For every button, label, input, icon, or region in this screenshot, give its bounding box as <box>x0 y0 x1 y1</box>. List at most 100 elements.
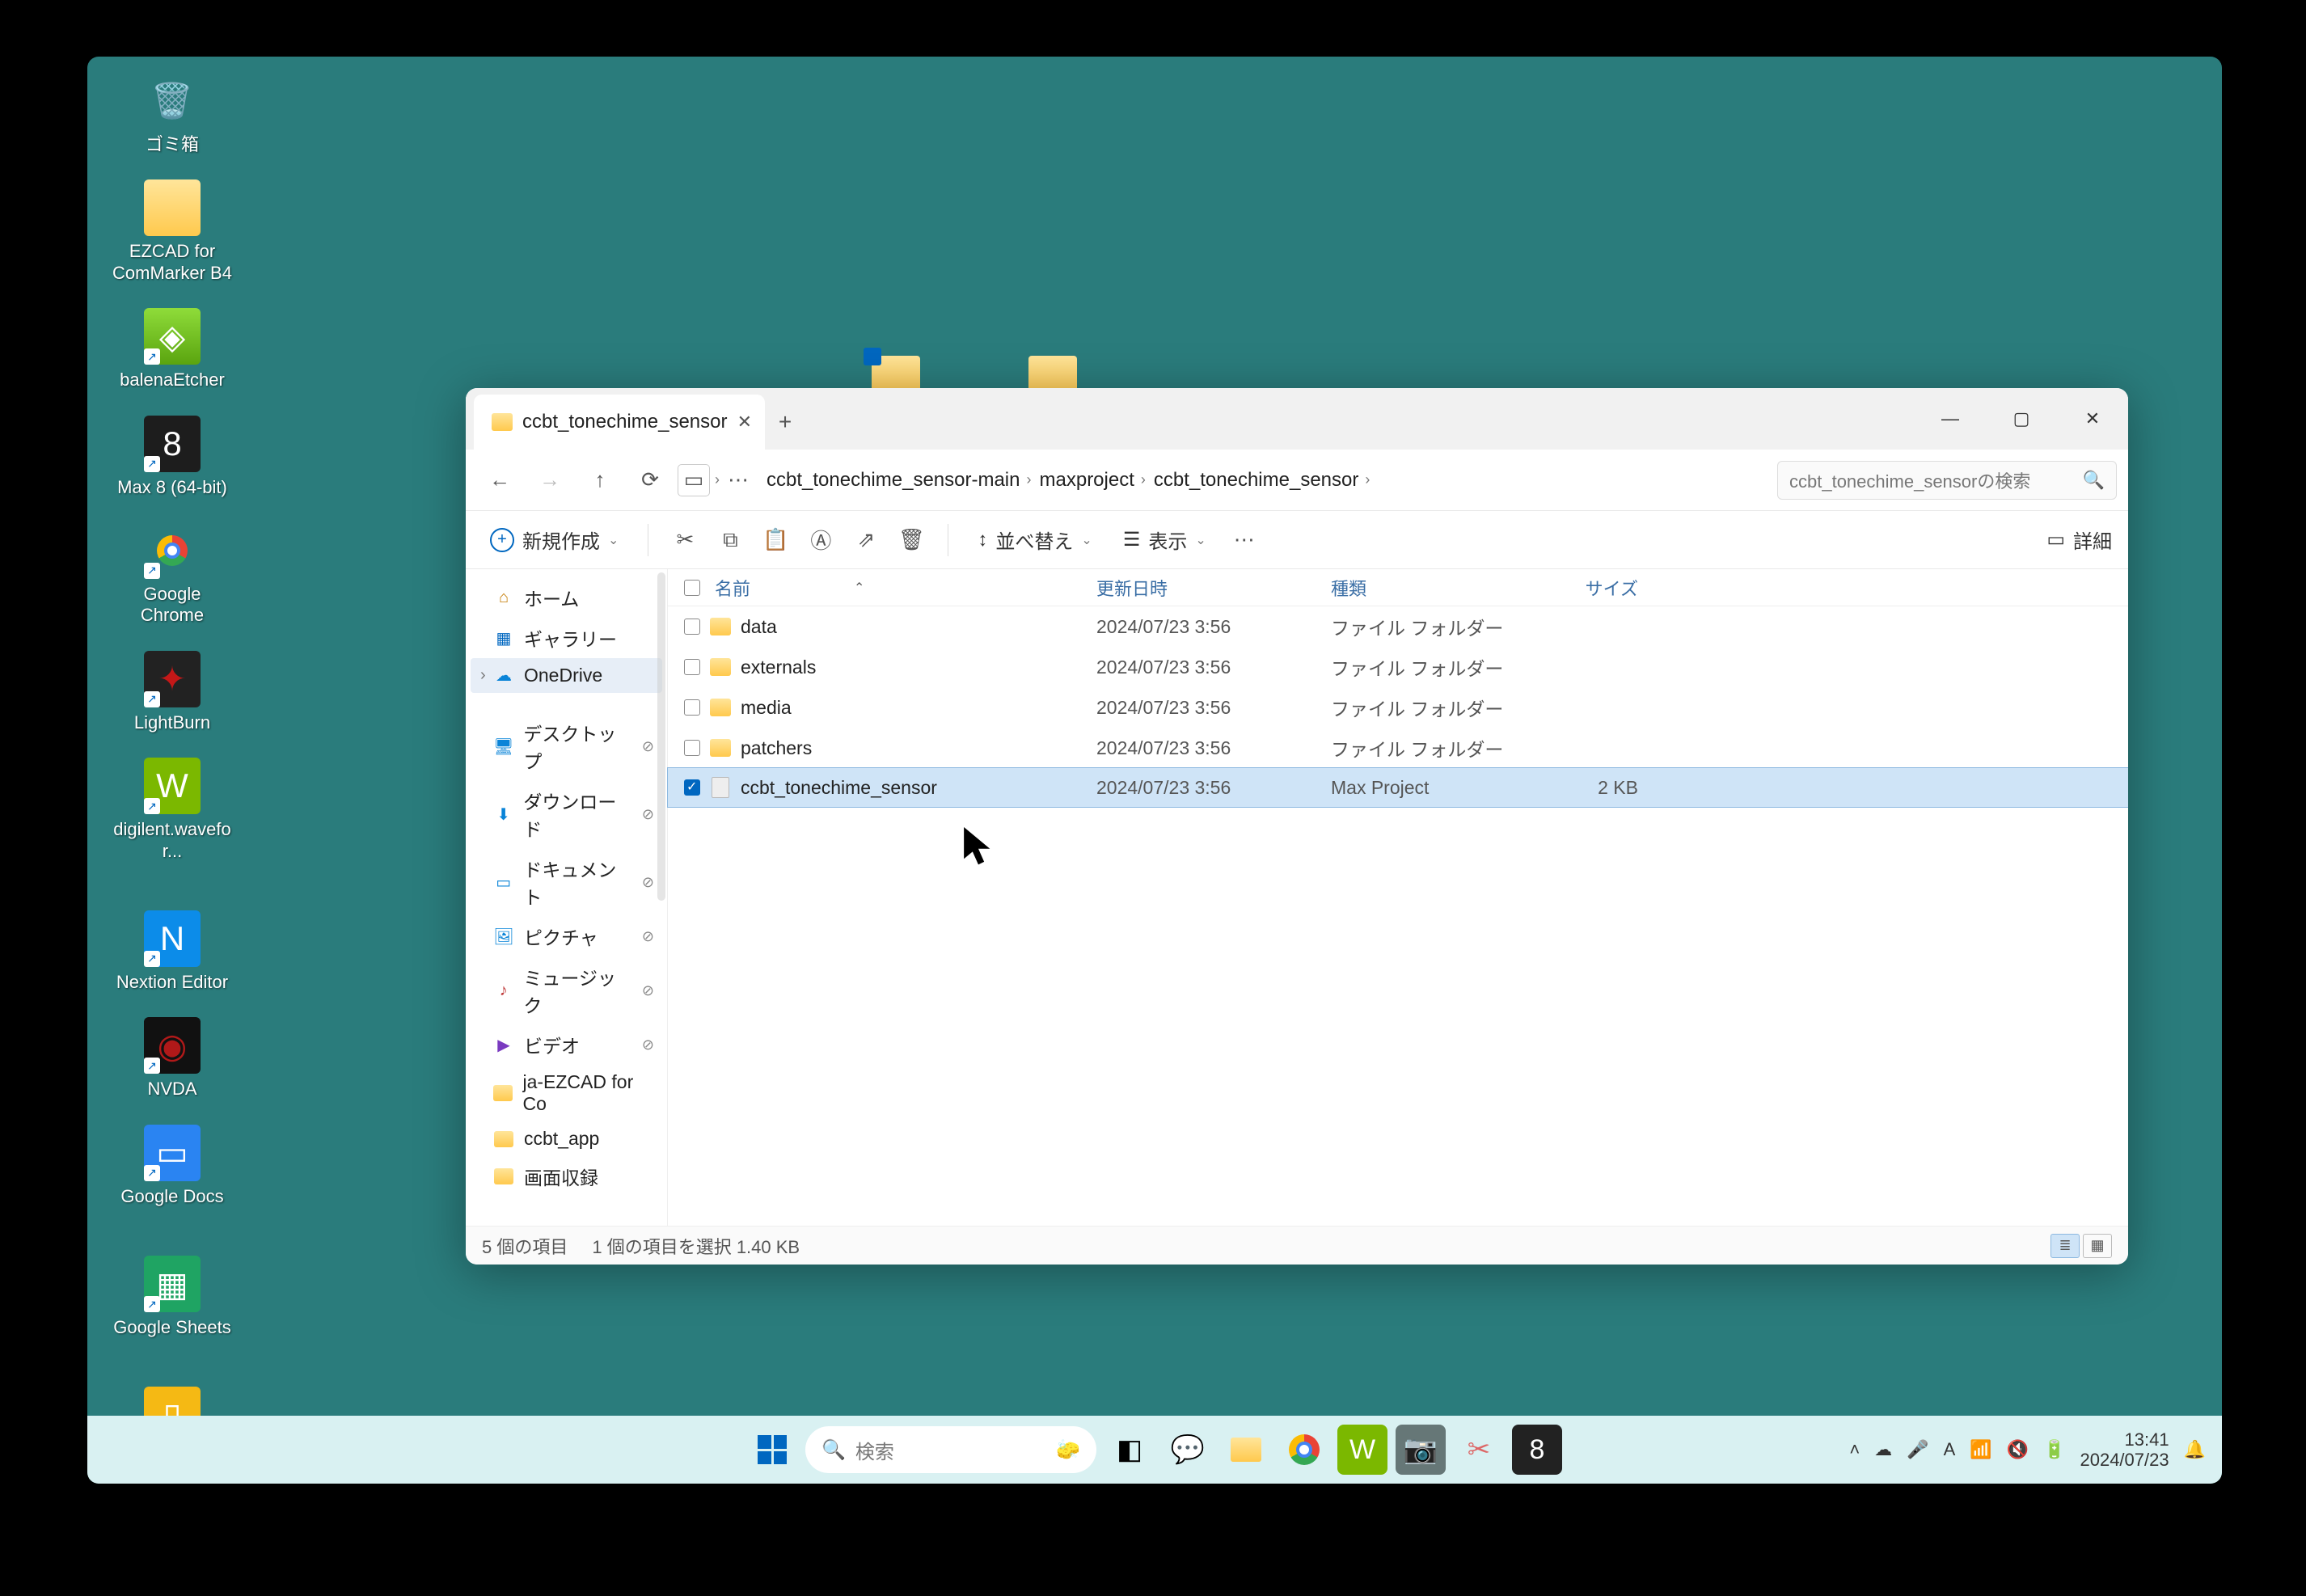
onedrive-tray-icon[interactable]: ☁ <box>1874 1439 1892 1460</box>
volume-icon[interactable]: 🔇 <box>2007 1439 2029 1460</box>
battery-icon[interactable]: 🔋 <box>2043 1439 2065 1460</box>
chevron-right-icon: › <box>1141 471 1146 488</box>
row-checkbox[interactable] <box>676 740 708 756</box>
row-checkbox[interactable] <box>676 779 708 796</box>
row-checkbox[interactable] <box>676 699 708 716</box>
taskbar-max8[interactable]: 8 <box>1512 1425 1562 1475</box>
sidebar-item-music[interactable]: ♪ミュージック⊘ <box>466 956 667 1024</box>
sidebar-item-screenrec[interactable]: 画面収録 <box>466 1156 667 1197</box>
folder-icon <box>494 1131 513 1147</box>
taskbar-snip[interactable]: ✂ <box>1454 1425 1504 1475</box>
column-header-name[interactable]: 名前⌃ <box>708 575 1096 601</box>
delete-button[interactable]: 🗑 <box>896 525 927 555</box>
more-button[interactable]: ⋯ <box>1229 525 1260 555</box>
nav-forward-button[interactable]: → <box>527 458 572 503</box>
details-view-button[interactable]: ≣ <box>2050 1234 2080 1258</box>
file-row[interactable]: externals2024/07/23 3:56ファイル フォルダー <box>668 647 2128 687</box>
pin-icon: ⊘ <box>642 874 654 891</box>
sidebar-item-onedrive[interactable]: ☁OneDrive <box>471 658 662 693</box>
pin-icon: ⊘ <box>642 982 654 999</box>
start-button[interactable] <box>747 1425 797 1475</box>
file-row[interactable]: media2024/07/23 3:56ファイル フォルダー <box>668 687 2128 728</box>
row-checkbox[interactable] <box>676 619 708 635</box>
taskbar-explorer[interactable] <box>1221 1425 1271 1475</box>
file-row[interactable]: ccbt_tonechime_sensor2024/07/23 3:56Max … <box>667 767 2128 808</box>
sidebar-item-home[interactable]: ⌂ホーム <box>466 577 667 618</box>
sidebar-item-pictures[interactable]: 🖼ピクチャ⊘ <box>466 916 667 956</box>
desktop-icon-gsheets[interactable]: ▦↗ Google Sheets <box>112 1256 233 1338</box>
new-button[interactable]: + 新規作成 ⌄ <box>482 521 627 559</box>
sidebar-item-documents[interactable]: ▭ドキュメント⊘ <box>466 848 667 916</box>
desktop-icon-nextion[interactable]: N↗ Nextion Editor <box>112 910 233 993</box>
view-button[interactable]: ☰ 表示 ⌄ <box>1115 521 1214 559</box>
sidebar-item-downloads[interactable]: ⬇ダウンロード⊘ <box>466 780 667 848</box>
file-date: 2024/07/23 3:56 <box>1096 777 1331 799</box>
tray-overflow-button[interactable]: ˄ <box>1849 1439 1860 1460</box>
nav-up-button[interactable]: ↑ <box>577 458 623 503</box>
maximize-button[interactable]: ▢ <box>1986 388 2057 450</box>
taskbar-search[interactable]: 🔍 検索 🧽 <box>805 1426 1096 1473</box>
desktop-icon-nvda[interactable]: ◉↗ NVDA <box>112 1017 233 1100</box>
taskbar-camera[interactable]: 📷 <box>1396 1425 1446 1475</box>
search-input[interactable]: ccbt_tonechime_sensorの検索 🔍 <box>1777 461 2117 500</box>
rename-button[interactable]: Ⓐ <box>805 525 836 555</box>
nav-refresh-button[interactable]: ⟳ <box>627 458 673 503</box>
desktop-icon-max8[interactable]: 8↗ Max 8 (64-bit) <box>112 416 233 498</box>
row-checkbox[interactable] <box>676 659 708 675</box>
details-pane-button[interactable]: ▭ 詳細 <box>2046 526 2112 554</box>
file-row[interactable]: data2024/07/23 3:56ファイル フォルダー <box>668 606 2128 647</box>
desktop[interactable]: 🗑️ ゴミ箱 EZCAD for ComMarker B4 ◈↗ balenaE… <box>87 57 2222 1484</box>
taskbar-taskview[interactable]: ◧ <box>1104 1425 1155 1475</box>
sidebar-item-ccbt-app[interactable]: ccbt_app <box>466 1121 667 1156</box>
column-header-date[interactable]: 更新日時 <box>1096 575 1331 601</box>
desktop-icon-gdocs[interactable]: ▭↗ Google Docs <box>112 1125 233 1207</box>
copy-button[interactable]: ⧉ <box>715 525 745 555</box>
more-crumbs-button[interactable]: ⋯ <box>728 467 749 492</box>
tab-close-button[interactable]: ✕ <box>737 412 752 433</box>
shortcut-badge-icon: ↗ <box>144 1296 160 1312</box>
desktop-icon-balena[interactable]: ◈↗ balenaEtcher <box>112 308 233 391</box>
titlebar[interactable]: ccbt_tonechime_sensor ✕ + — ▢ ✕ <box>466 388 2128 450</box>
column-header-type[interactable]: 種類 <box>1331 575 1533 601</box>
desktop-icon-lightburn[interactable]: ✦↗ LightBurn <box>112 651 233 733</box>
sidebar-item-ja-ezcad[interactable]: ja-EZCAD for Co <box>466 1065 667 1121</box>
breadcrumb[interactable]: ccbt_tonechime_sensor-main› maxproject› … <box>757 469 1772 492</box>
taskbar-waveforms[interactable]: W <box>1337 1425 1387 1475</box>
taskbar-teams[interactable]: 💬 <box>1163 1425 1213 1475</box>
taskbar-clock[interactable]: 13:41 2024/07/23 <box>2080 1429 2169 1471</box>
explorer-tab[interactable]: ccbt_tonechime_sensor ✕ <box>474 395 765 450</box>
desktop-icon-digilent[interactable]: W↗ digilent.wavefor... <box>112 758 233 862</box>
minimize-button[interactable]: — <box>1915 388 1986 450</box>
column-headers[interactable]: 名前⌃ 更新日時 種類 サイズ <box>668 569 2128 606</box>
shortcut-badge-icon: ↗ <box>144 456 160 472</box>
taskbar-chrome[interactable] <box>1279 1425 1329 1475</box>
pc-icon[interactable]: ▭ <box>678 464 710 496</box>
column-header-size[interactable]: サイズ <box>1533 575 1662 601</box>
breadcrumb-item[interactable]: ccbt_tonechime_sensor-main› <box>767 469 1032 492</box>
cut-button[interactable]: ✂ <box>669 525 700 555</box>
sort-button[interactable]: ↕ 並べ替え ⌄ <box>969 521 1100 559</box>
sidebar-scrollbar[interactable] <box>657 572 665 901</box>
nav-back-button[interactable]: ← <box>477 458 522 503</box>
new-tab-button[interactable]: + <box>765 395 805 450</box>
share-button[interactable]: ⇗ <box>851 525 881 555</box>
taskbar[interactable]: 🔍 検索 🧽 ◧ 💬 W 📷 ✂ 8 ˄ ☁ 🎤 A 📶 🔇 🔋 13:41 2… <box>87 1416 2222 1484</box>
sidebar-item-desktop[interactable]: 🖥デスクトップ⊘ <box>466 712 667 780</box>
file-type: ファイル フォルダー <box>1331 694 1533 721</box>
desktop-icon-ezcad-folder[interactable]: EZCAD for ComMarker B4 <box>112 179 233 284</box>
ime-indicator[interactable]: A <box>1944 1439 1956 1460</box>
desktop-icon-trash[interactable]: 🗑️ ゴミ箱 <box>112 73 233 155</box>
sidebar-item-gallery[interactable]: ▦ギャラリー <box>466 618 667 658</box>
notifications-button[interactable]: 🔔 <box>2184 1439 2206 1460</box>
thumbnails-view-button[interactable]: ▦ <box>2083 1234 2112 1258</box>
select-all-checkbox[interactable] <box>676 580 708 596</box>
breadcrumb-item[interactable]: ccbt_tonechime_sensor› <box>1154 469 1370 492</box>
sidebar-item-videos[interactable]: ▶ビデオ⊘ <box>466 1024 667 1065</box>
close-button[interactable]: ✕ <box>2057 388 2128 450</box>
microphone-tray-icon[interactable]: 🎤 <box>1907 1439 1928 1460</box>
desktop-icon-chrome[interactable]: ↗ Google Chrome <box>112 522 233 627</box>
breadcrumb-item[interactable]: maxproject› <box>1040 469 1146 492</box>
paste-button[interactable]: 📋 <box>760 525 791 555</box>
wifi-icon[interactable]: 📶 <box>1970 1439 1991 1460</box>
file-row[interactable]: patchers2024/07/23 3:56ファイル フォルダー <box>668 728 2128 768</box>
